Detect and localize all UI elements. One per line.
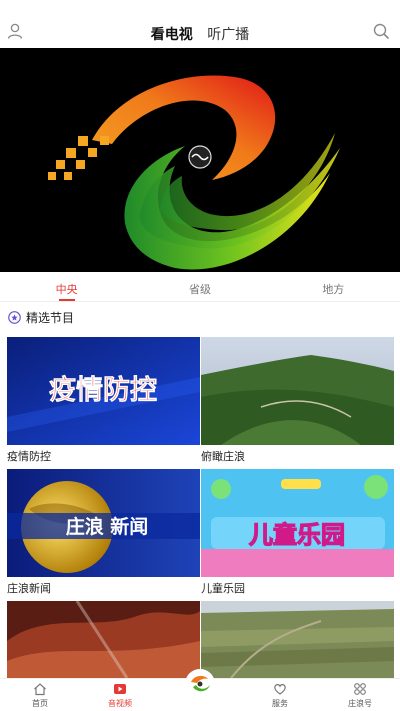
section-title: 精选节目 xyxy=(26,310,75,325)
top-header: 看电视 听广播 xyxy=(0,0,400,48)
nav-label: 音视频 xyxy=(108,699,132,708)
search-icon[interactable] xyxy=(372,22,390,40)
heart-icon xyxy=(274,684,286,695)
home-icon xyxy=(34,683,46,696)
app-root: 看电视 听广播 中央 省级 地方 精选节目 疫情防控 疫情防控 俯瞰庄浪 庄浪 … xyxy=(0,0,400,711)
nav-center[interactable] xyxy=(160,669,240,711)
program-thumbnail: 庄浪 新闻 xyxy=(7,469,200,577)
station-logo xyxy=(48,75,340,270)
program-card[interactable]: 庄浪 新闻 庄浪新闻 xyxy=(7,469,200,597)
category-tabs: 中央 省级 地方 xyxy=(0,272,400,302)
nav-audio-video[interactable]: 音视频 xyxy=(80,679,160,711)
star-badge-icon xyxy=(8,310,21,324)
section-header: 精选节目 xyxy=(8,308,74,326)
nav-label: 首页 xyxy=(32,699,48,708)
tab-watch-tv[interactable]: 看电视 xyxy=(151,24,193,50)
grid-icon xyxy=(354,683,366,695)
thumbnail-text: 疫情防控 xyxy=(49,374,157,406)
program-card[interactable]: 儿童乐园 儿童乐园 xyxy=(201,469,394,597)
program-thumbnail xyxy=(7,601,200,678)
program-title: 庄浪新闻 xyxy=(7,582,51,595)
program-thumbnail: 儿童乐园 xyxy=(201,469,394,577)
nav-zhuanglang-account[interactable]: 庄浪号 xyxy=(320,679,400,711)
center-logo-icon xyxy=(185,669,215,699)
media-type-tabs: 看电视 听广播 xyxy=(0,24,400,50)
play-icon xyxy=(114,684,126,694)
tab-local[interactable]: 地方 xyxy=(267,272,400,301)
nav-label: 服务 xyxy=(272,699,288,708)
program-thumbnail: 疫情防控 xyxy=(7,337,200,445)
program-card[interactable]: 俯瞰庄浪 xyxy=(201,337,394,465)
program-card[interactable]: 疫情防控 疫情防控 xyxy=(7,337,200,465)
bottom-nav: 首页 音视频 服务 庄浪号 xyxy=(0,669,400,711)
video-player[interactable] xyxy=(0,48,400,272)
tab-central[interactable]: 中央 xyxy=(0,272,133,301)
thumbnail-text: 庄浪 新闻 xyxy=(66,515,149,538)
program-title: 疫情防控 xyxy=(7,450,51,463)
program-title: 儿童乐园 xyxy=(201,582,245,595)
thumbnail-text: 儿童乐园 xyxy=(249,521,345,549)
program-title: 俯瞰庄浪 xyxy=(201,450,245,463)
tab-provincial[interactable]: 省级 xyxy=(133,272,266,301)
nav-service[interactable]: 服务 xyxy=(240,679,320,711)
program-card[interactable] xyxy=(7,601,200,678)
nav-label: 庄浪号 xyxy=(348,699,372,708)
program-card[interactable] xyxy=(201,601,394,678)
program-thumbnail xyxy=(201,601,394,678)
program-thumbnail xyxy=(201,337,394,445)
nav-home[interactable]: 首页 xyxy=(0,679,80,711)
tab-listen-radio[interactable]: 听广播 xyxy=(207,24,249,50)
